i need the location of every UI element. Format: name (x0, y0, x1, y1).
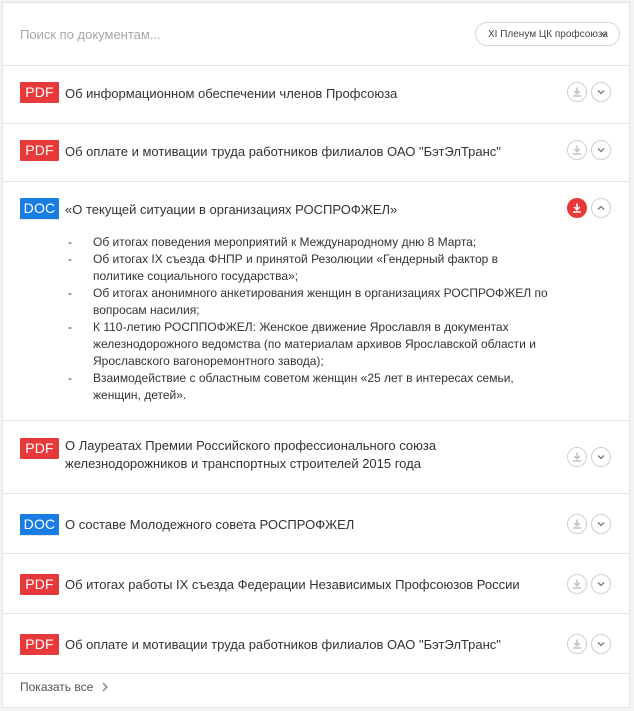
search-input[interactable] (20, 23, 320, 45)
collapse-button[interactable] (591, 198, 611, 218)
show-all-link[interactable]: Показать все (20, 680, 109, 694)
document-row[interactable]: PDF Об информационном обеспечении членов… (3, 66, 629, 124)
document-row[interactable]: PDF О Лауреатах Премии Российского профе… (3, 421, 629, 494)
chevron-down-icon (597, 642, 605, 647)
download-button[interactable] (567, 634, 587, 654)
pdf-badge: PDF (20, 140, 59, 161)
download-icon (573, 203, 581, 213)
document-row[interactable]: DOC О составе Молодежного совета РОСПРОФ… (3, 494, 629, 554)
chevron-down-icon (597, 582, 605, 587)
download-icon (573, 519, 581, 529)
download-button[interactable] (567, 140, 587, 160)
list-item: Об итогах анонимного анкетирования женщи… (65, 285, 549, 319)
expand-button[interactable] (591, 140, 611, 160)
expand-button[interactable] (591, 574, 611, 594)
download-icon (573, 452, 581, 462)
download-button[interactable] (567, 514, 587, 534)
list-item: Взаимодействие с областным советом женщи… (65, 370, 549, 404)
document-row[interactable]: PDF Об итогах работы IX съезда Федерации… (3, 554, 629, 614)
document-row-expanded[interactable]: DOC «О текущей ситуации в организациях Р… (3, 182, 629, 421)
expand-button[interactable] (591, 514, 611, 534)
document-title: О Лауреатах Премии Российского профессио… (65, 438, 437, 471)
chevron-right-icon (102, 682, 109, 692)
download-icon (573, 579, 581, 589)
chevron-down-icon (597, 90, 605, 95)
chevron-up-icon (597, 205, 605, 210)
document-title: Об итогах работы IX съезда Федерации Нез… (65, 577, 520, 592)
download-icon (573, 87, 581, 97)
chevron-down-icon (597, 522, 605, 527)
doc-badge: DOC (20, 514, 59, 536)
filter-label: XI Пленум ЦК профсоюза (488, 28, 608, 40)
expand-button[interactable] (591, 82, 611, 102)
documents-panel: XI Пленум ЦК профсоюза PDF Об информацио… (2, 2, 630, 708)
chevron-down-icon (597, 148, 605, 153)
pdf-badge: PDF (20, 574, 59, 595)
document-title: О составе Молодежного совета РОСПРОФЖЕЛ (65, 517, 355, 532)
download-icon (573, 639, 581, 649)
document-row[interactable]: PDF Об оплате и мотивации труда работник… (3, 124, 629, 182)
pdf-badge: PDF (20, 82, 59, 103)
download-button[interactable] (567, 198, 587, 218)
filter-dropdown[interactable]: XI Пленум ЦК профсоюза (475, 22, 620, 46)
pdf-badge: PDF (20, 438, 59, 459)
list-item: К 110-летию РОСППОФЖЕЛ: Женское движение… (65, 319, 549, 370)
toolbar: XI Пленум ЦК профсоюза (3, 3, 629, 66)
expand-button[interactable] (591, 447, 611, 467)
download-button[interactable] (567, 574, 587, 594)
download-button[interactable] (567, 447, 587, 467)
document-title: «О текущей ситуации в организациях РОСПР… (65, 202, 398, 217)
download-button[interactable] (567, 82, 587, 102)
download-icon (573, 145, 581, 155)
show-all-label: Показать все (20, 680, 94, 694)
chevron-down-icon (600, 32, 608, 37)
document-title: Об оплате и мотивации труда работников ф… (65, 144, 501, 159)
pdf-badge: PDF (20, 634, 59, 655)
expand-button[interactable] (591, 634, 611, 654)
document-title: Об оплате и мотивации труда работников ф… (65, 637, 501, 652)
document-agenda-list: Об итогах поведения мероприятий к Междун… (3, 226, 629, 420)
list-item: Об итогах поведения мероприятий к Междун… (65, 234, 549, 251)
document-title: Об информационном обеспечении членов Про… (65, 86, 398, 101)
list-item: Об итогах IX съезда ФНПР и принятой Резо… (65, 251, 549, 285)
chevron-down-icon (597, 455, 605, 460)
doc-badge: DOC (20, 198, 59, 220)
document-row[interactable]: PDF Об оплате и мотивации труда работник… (3, 614, 629, 674)
